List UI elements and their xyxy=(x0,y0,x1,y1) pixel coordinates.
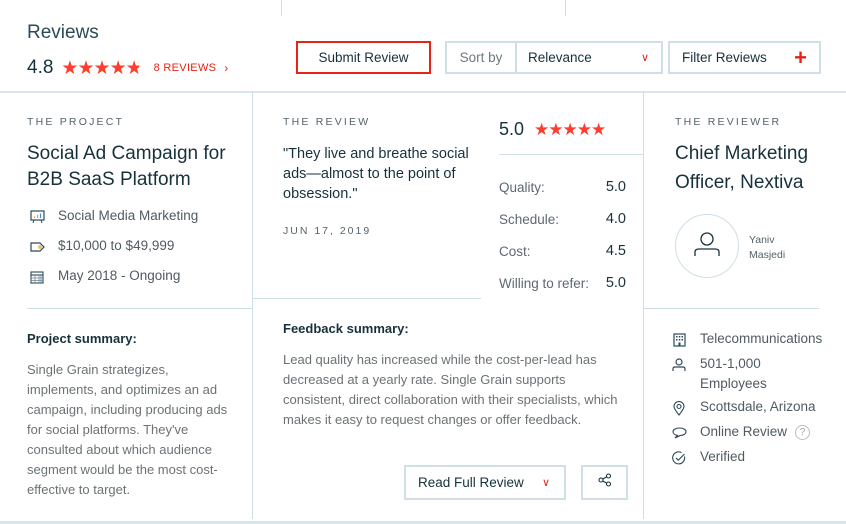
reviewer-location: Scottsdale, Arizona xyxy=(671,399,841,424)
read-full-review-button[interactable]: Read Full Review ∨ xyxy=(404,465,566,500)
person-icon xyxy=(671,357,687,373)
project-service: Social Media Marketing xyxy=(29,208,198,238)
score-label: Quality: xyxy=(499,179,545,195)
price-tag-icon xyxy=(29,239,45,255)
chevron-down-icon: ∨ xyxy=(640,52,649,64)
reviewer-industry: Telecommunications xyxy=(671,331,841,356)
feedback-summary-label: Feedback summary: xyxy=(283,321,409,336)
verified-check-icon xyxy=(671,450,687,466)
sort-label: Sort by xyxy=(447,43,517,72)
column-divider xyxy=(252,93,253,519)
calendar-icon xyxy=(29,269,45,285)
project-budget: $10,000 to $49,999 xyxy=(29,238,198,268)
reviewer-meta: Telecommunications 501-1,000 Employees S… xyxy=(671,331,841,474)
star-icon: ★ xyxy=(125,57,143,79)
project-meta: Social Media Marketing $10,000 to $49,99… xyxy=(29,208,198,298)
overall-rating: 4.8 ★ ★ ★ ★ ★ 8 REVIEWS › xyxy=(27,57,229,79)
star-icon: ★ xyxy=(562,119,578,139)
review-rating-score: 5.0 xyxy=(499,119,525,139)
header-divider xyxy=(0,91,846,93)
score-label: Cost: xyxy=(499,243,531,259)
score-value: 5.0 xyxy=(605,179,626,195)
speech-bubble-icon xyxy=(671,425,687,441)
feedback-summary-text: Lead quality has increased while the cos… xyxy=(283,352,618,427)
chevron-right-icon: › xyxy=(224,61,229,75)
reviewer-eyebrow: THE REVIEWER xyxy=(675,116,782,128)
score-row: Willing to refer: 5.0 xyxy=(499,267,626,299)
reviewer-industry-text: Telecommunications xyxy=(700,331,823,346)
chevron-down-icon: ∨ xyxy=(541,477,550,489)
star-icon: ★ xyxy=(548,119,563,139)
share-icon xyxy=(597,473,612,492)
sort-control: Sort by Relevance ∨ xyxy=(445,41,663,74)
section-divider xyxy=(499,154,643,155)
presentation-chart-icon xyxy=(29,209,45,225)
star-icon: ★ xyxy=(93,57,111,79)
plus-icon: + xyxy=(794,44,807,70)
project-dates: May 2018 - Ongoing xyxy=(29,268,198,298)
project-dates-text: May 2018 - Ongoing xyxy=(58,268,181,283)
review-quote: "They live and breathe social ads—almost… xyxy=(283,146,469,202)
score-value: 5.0 xyxy=(605,275,626,291)
score-label: Willing to refer: xyxy=(499,275,590,291)
user-icon xyxy=(693,231,721,262)
reviewer-company-size-text: 501-1,000 Employees xyxy=(700,356,767,391)
reviewer-title: Chief Marketing Officer, Nextiva xyxy=(675,143,809,193)
overall-stars: ★ ★ ★ ★ ★ xyxy=(61,57,143,79)
section-divider xyxy=(644,308,819,309)
reviewer-company-size: 501-1,000 Employees xyxy=(671,354,841,399)
help-icon[interactable]: ? xyxy=(795,425,811,440)
star-icon: ★ xyxy=(109,57,127,79)
avatar xyxy=(675,214,739,278)
share-button[interactable] xyxy=(581,465,628,500)
project-budget-text: $10,000 to $49,999 xyxy=(58,238,175,253)
review-eyebrow: THE REVIEW xyxy=(283,116,371,128)
reviewer-review-type-text: Online Review xyxy=(700,424,788,439)
score-row: Cost: 4.5 xyxy=(499,235,626,267)
star-icon: ★ xyxy=(77,57,94,79)
project-service-text: Social Media Marketing xyxy=(58,208,199,223)
sort-value: Relevance xyxy=(528,50,592,65)
reviewer-verified-text: Verified xyxy=(700,449,746,464)
filter-reviews-button[interactable]: Filter Reviews + xyxy=(668,41,821,74)
project-summary-label: Project summary: xyxy=(27,331,137,346)
location-pin-icon xyxy=(671,400,687,416)
section-divider xyxy=(27,308,252,309)
reviewer-verified: Verified xyxy=(671,449,841,474)
star-icon: ★ xyxy=(591,119,606,139)
reviewer-name: Yaniv Masjedi xyxy=(749,233,785,263)
score-breakdown: Quality: 5.0 Schedule: 4.0 Cost: 4.5 Wil… xyxy=(499,171,626,299)
reviews-count-label: 8 REVIEWS xyxy=(153,62,217,74)
score-row: Schedule: 4.0 xyxy=(499,203,626,235)
reviews-count-link[interactable]: 8 REVIEWS › xyxy=(154,61,229,75)
reviews-header: Reviews 4.8 ★ ★ ★ ★ ★ 8 REVIEWS › Submit… xyxy=(0,0,846,92)
score-value: 4.5 xyxy=(605,243,626,259)
score-label: Schedule: xyxy=(499,211,560,227)
score-value: 4.0 xyxy=(605,211,626,227)
overall-score: 4.8 xyxy=(27,57,54,78)
star-icon: ★ xyxy=(61,57,78,79)
star-icon: ★ xyxy=(534,119,549,139)
project-eyebrow: THE PROJECT xyxy=(27,116,125,128)
submit-review-button[interactable]: Submit Review xyxy=(296,41,431,74)
reviewer-location-text: Scottsdale, Arizona xyxy=(700,399,816,414)
page-title: Reviews xyxy=(27,22,99,43)
project-title: Social Ad Campaign for B2B SaaS Platform xyxy=(27,143,226,190)
building-icon xyxy=(671,332,687,348)
review-date: JUN 17, 2019 xyxy=(283,225,372,237)
sort-select[interactable]: Relevance ∨ xyxy=(517,43,661,72)
section-divider xyxy=(253,298,481,299)
reviewer-last-name: Masjedi xyxy=(749,249,786,261)
reviewer-first-name: Yaniv xyxy=(749,234,775,246)
star-icon: ★ xyxy=(576,119,592,139)
review-rating: 5.0 ★ ★ ★ ★ ★ xyxy=(499,119,606,140)
reviewer-review-type: Online Review ? xyxy=(671,424,841,449)
project-summary-text: Single Grain strategizes, implements, an… xyxy=(27,362,228,497)
score-row: Quality: 5.0 xyxy=(499,171,626,203)
filter-label: Filter Reviews xyxy=(682,50,767,65)
read-full-review-label: Read Full Review xyxy=(418,475,524,490)
column-divider xyxy=(643,93,644,519)
